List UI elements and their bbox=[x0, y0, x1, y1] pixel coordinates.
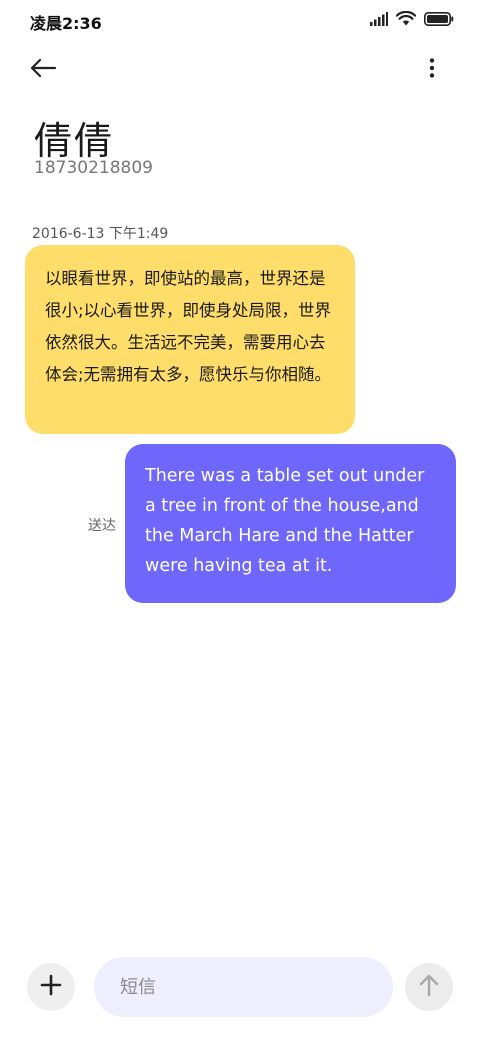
status-icons bbox=[370, 10, 454, 30]
plus-icon bbox=[40, 974, 62, 1000]
contact-number: 18730218809 bbox=[34, 158, 153, 178]
delivery-status: 送达 bbox=[88, 518, 116, 534]
top-bar bbox=[0, 48, 480, 92]
status-bar: 凌晨2:36 bbox=[0, 0, 480, 40]
send-button[interactable] bbox=[405, 963, 453, 1011]
incoming-message-text: 以眼看世界，即使站的最高，世界还是很小;以心看世界，即使身处局限，世界依然很大。… bbox=[45, 269, 332, 384]
sms-input-container bbox=[94, 957, 393, 1017]
back-arrow-icon bbox=[30, 58, 57, 82]
outgoing-message-bubble[interactable]: There was a table set out under a tree i… bbox=[125, 444, 456, 603]
more-options-button[interactable] bbox=[420, 54, 444, 86]
message-timestamp: 2016-6-13 下午1:49 bbox=[32, 226, 169, 242]
incoming-message-bubble[interactable]: 以眼看世界，即使站的最高，世界还是很小;以心看世界，即使身处局限，世界依然很大。… bbox=[25, 245, 355, 434]
contact-name: 倩倩 bbox=[34, 119, 115, 163]
send-arrow-up-icon bbox=[418, 973, 440, 1001]
add-attachment-button[interactable] bbox=[27, 963, 75, 1011]
wifi-icon bbox=[395, 10, 417, 30]
more-vertical-icon bbox=[429, 58, 435, 82]
sms-input[interactable] bbox=[118, 975, 369, 999]
status-time: 凌晨2:36 bbox=[30, 14, 102, 33]
battery-icon bbox=[424, 11, 454, 30]
back-button[interactable] bbox=[30, 54, 70, 86]
composer-bar bbox=[0, 955, 480, 1019]
outgoing-message-text: There was a table set out under a tree i… bbox=[145, 466, 425, 576]
signal-icon bbox=[370, 11, 388, 30]
